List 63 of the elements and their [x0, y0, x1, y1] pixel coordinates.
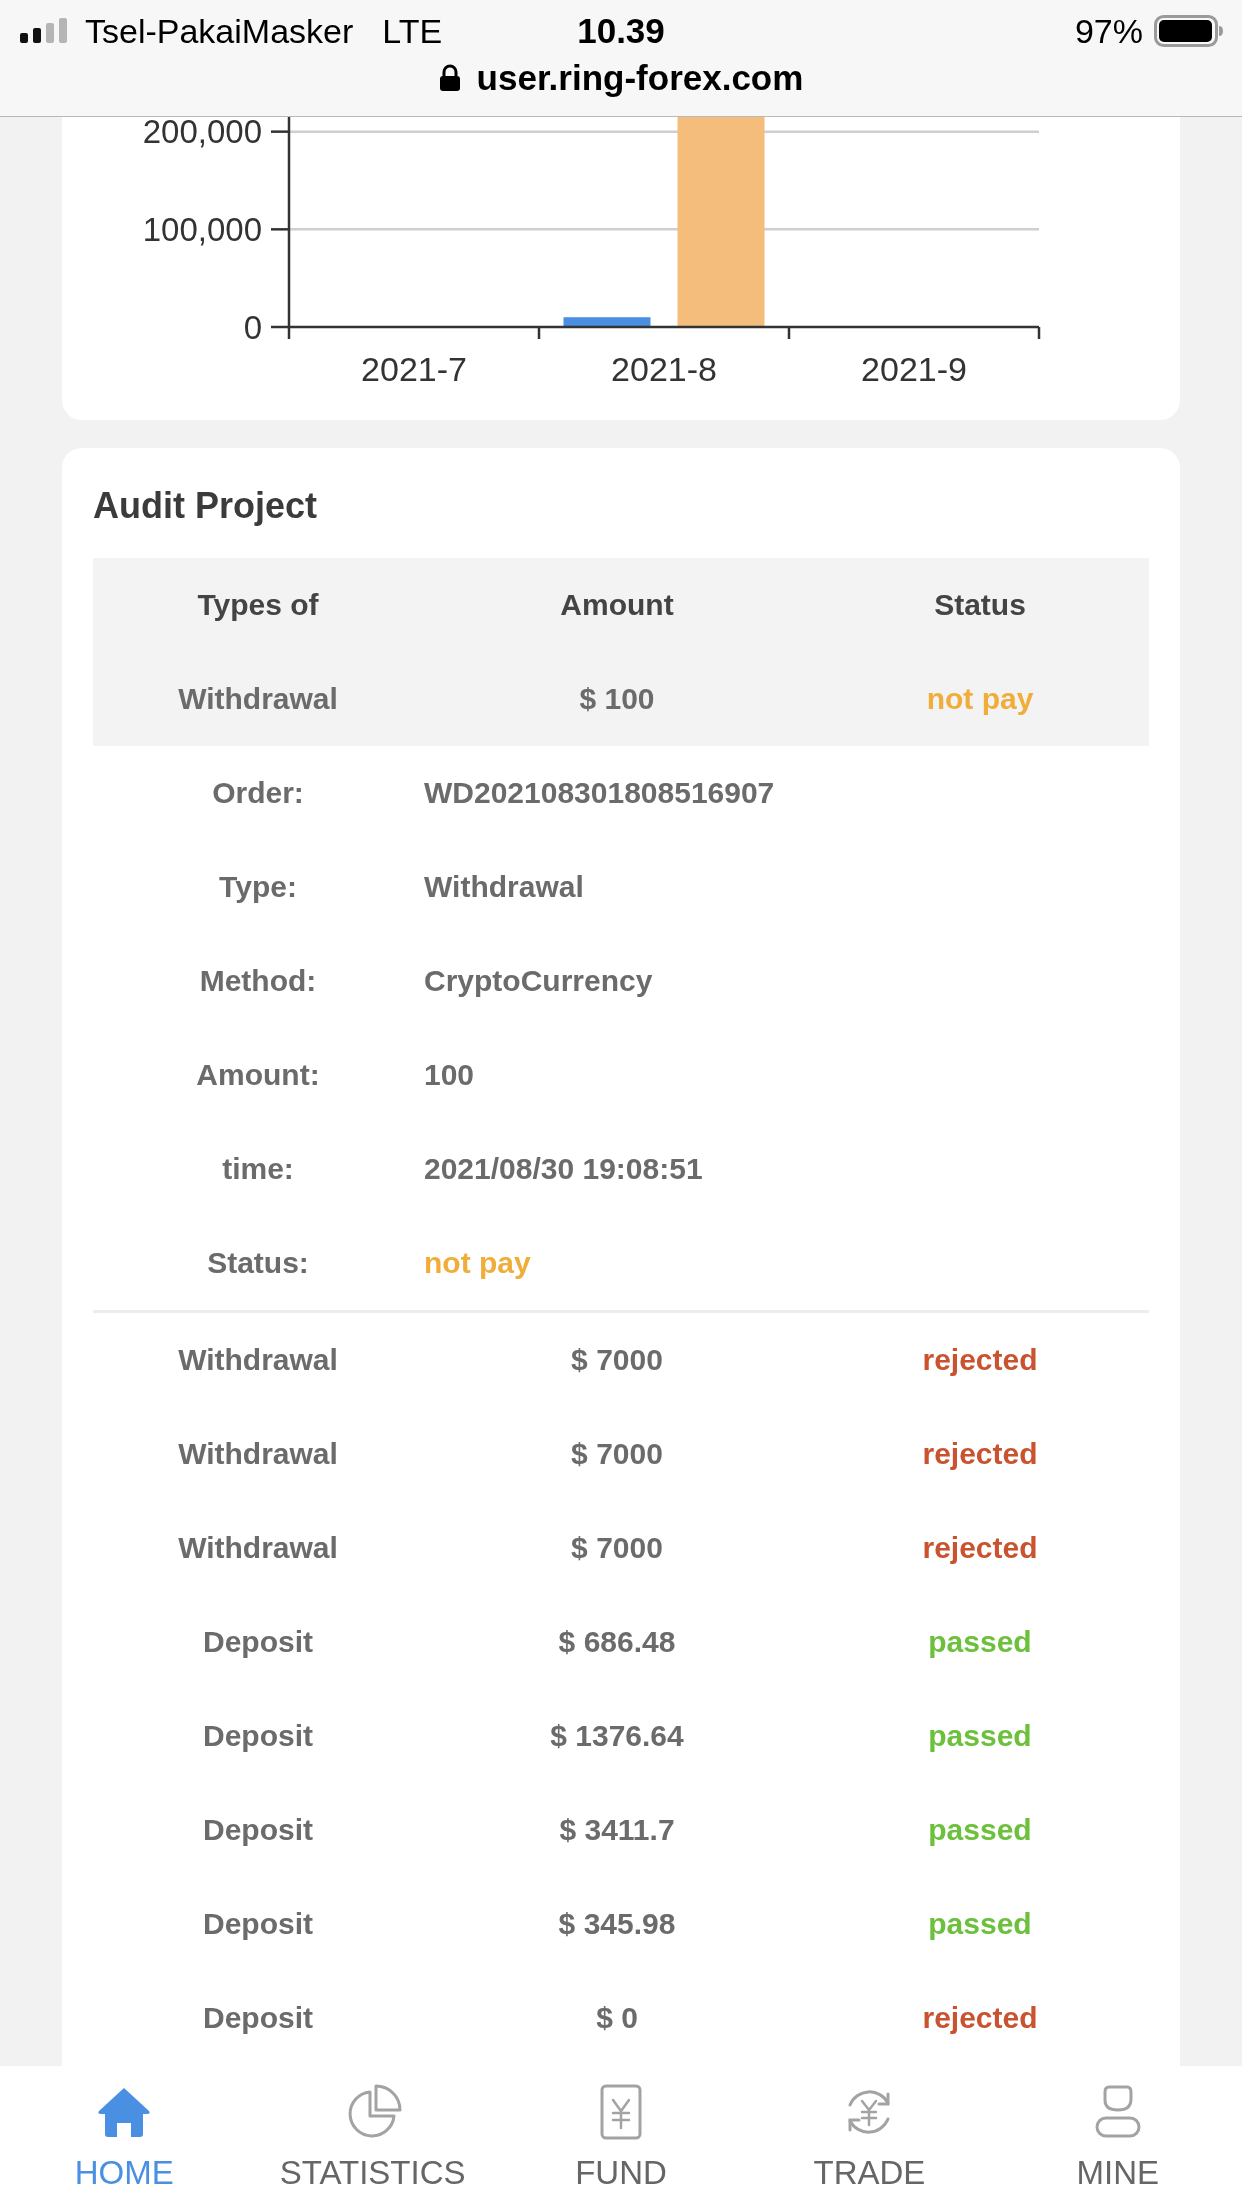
table-cell-text: Deposit: [202, 1718, 314, 1754]
detail-value: 100: [423, 1057, 476, 1093]
status-text: passed: [927, 1906, 1033, 1942]
lock-icon: [438, 64, 461, 92]
table-cell-text: Withdrawal: [177, 1530, 339, 1566]
status-text: passed: [927, 1812, 1033, 1848]
battery-icon: [1154, 15, 1224, 47]
table-cell-text: Deposit: [202, 1906, 314, 1942]
detail-value: not pay: [423, 1245, 532, 1281]
x-tick-label: 2021-8: [611, 350, 717, 388]
signal-icon: [20, 18, 70, 44]
table-cell-text: $ 7000: [570, 1530, 664, 1566]
x-tick-label: 2021-9: [861, 350, 967, 388]
status-text: not pay: [925, 681, 1035, 717]
table-cell-text: $ 3411.7: [558, 1812, 676, 1848]
tab-item[interactable]: TRADE: [745, 2066, 994, 2208]
detail-value: CryptoCurrency: [423, 963, 654, 999]
column-header: Types of: [196, 587, 320, 623]
table-cell-text: $ 345.98: [557, 1906, 677, 1942]
section-title: Audit Project: [93, 484, 318, 528]
table-row[interactable]: Withdrawal $ 100 not pay: [93, 652, 1149, 746]
y-tick-label: 100,000: [142, 210, 262, 248]
x-tick-label: 2021-7: [361, 350, 467, 388]
battery-percent: 97%: [1074, 11, 1143, 51]
status-text: passed: [927, 1624, 1033, 1660]
column-header: Status: [933, 587, 1027, 623]
carrier-name: Tsel-PakaiMasker: [85, 11, 354, 51]
status-text: rejected: [921, 1530, 1039, 1566]
table-cell-text: Deposit: [202, 2000, 314, 2036]
url-text: user.ring-forex.com: [476, 57, 804, 99]
detail-label: Status:: [206, 1245, 310, 1281]
table-cell-text: Deposit: [202, 1812, 314, 1848]
table-cell-text: Withdrawal: [177, 681, 339, 717]
detail-label: Amount:: [195, 1057, 321, 1093]
tab-item[interactable]: MINE: [993, 2066, 1242, 2208]
y-tick-label: 200,000: [142, 117, 262, 151]
table-cell-text: $ 686.48: [557, 1624, 677, 1660]
tab-item[interactable]: FUND: [496, 2066, 746, 2208]
detail-value: 2021/08/30 19:08:51: [423, 1151, 704, 1187]
detail-label: Type:: [218, 869, 298, 905]
detail-value: WD202108301808516907: [423, 775, 776, 811]
table-cell-text: $ 1376.64: [549, 1718, 685, 1754]
detail-value: Withdrawal: [423, 869, 585, 905]
table-cell-text: $ 0: [595, 2000, 639, 2036]
table-cell-text: $ 100: [578, 681, 656, 717]
table-cell-text: Withdrawal: [177, 1342, 339, 1378]
network-type: LTE: [382, 11, 443, 51]
detail-label: time:: [221, 1151, 295, 1187]
column-header: Amount: [559, 587, 675, 623]
table-cell-text: Withdrawal: [177, 1436, 339, 1472]
clock-time: 10.39: [577, 11, 665, 51]
status-text: passed: [927, 1718, 1033, 1754]
detail-label: Method:: [198, 963, 318, 999]
table-cell-text: $ 7000: [570, 1436, 664, 1472]
table-cell-text: $ 7000: [570, 1342, 664, 1378]
status-text: rejected: [921, 2000, 1039, 2036]
detail-label: Order:: [211, 775, 305, 811]
y-tick-label: 0: [243, 308, 262, 346]
status-text: rejected: [921, 1436, 1039, 1472]
table-cell-text: Deposit: [202, 1624, 314, 1660]
status-text: rejected: [921, 1342, 1039, 1378]
tab-item[interactable]: HOME: [0, 2066, 249, 2208]
tab-item[interactable]: STATISTICS: [248, 2066, 497, 2208]
